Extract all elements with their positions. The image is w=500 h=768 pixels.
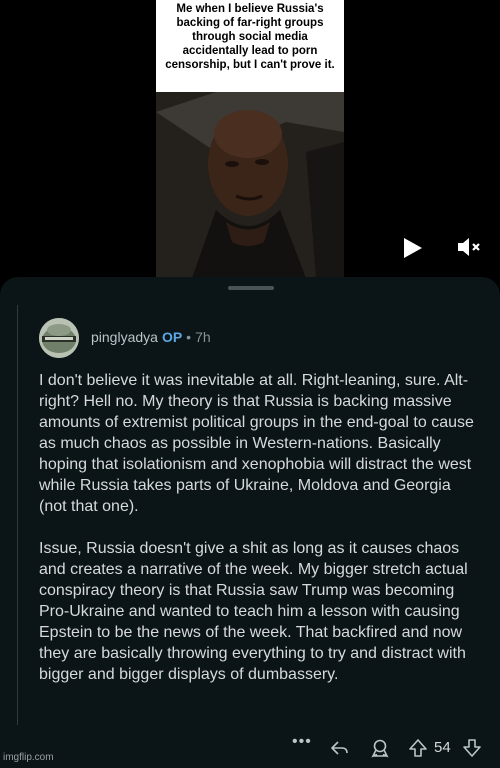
caption-line: Me when I believe Russia's: [176, 3, 324, 15]
op-badge: OP: [161, 329, 183, 345]
separator-dot: •: [186, 329, 192, 345]
downvote-icon[interactable]: [462, 738, 482, 758]
comment-time: 7h: [195, 329, 211, 345]
watermark: imgflip.com: [3, 752, 54, 763]
video-player[interactable]: Me when I believe Russia's backing of fa…: [0, 0, 500, 280]
caption-line: censorship, but I can't prove it.: [165, 59, 335, 71]
meme-video-frame: Me when I believe Russia's backing of fa…: [156, 0, 344, 278]
thread-line: [17, 305, 18, 725]
upvote-icon[interactable]: [408, 738, 428, 758]
award-icon[interactable]: [370, 738, 390, 758]
caption-line: accidentally lead to porn: [182, 45, 318, 57]
caption-line: through social media: [192, 31, 308, 43]
username[interactable]: pinglyadya: [91, 329, 158, 345]
comment-paragraph: I don't believe it was inevitable at all…: [39, 372, 474, 515]
comment-paragraph: Issue, Russia doesn't give a shit as lon…: [39, 540, 468, 683]
meme-person-image: [156, 92, 344, 278]
volume-muted-icon[interactable]: [456, 235, 482, 259]
more-options-button[interactable]: •••: [292, 733, 312, 753]
reply-icon[interactable]: [330, 738, 350, 758]
avatar[interactable]: [39, 318, 79, 358]
vote-score: 54: [434, 739, 451, 756]
comment-meta: pinglyadya OP • 7h: [91, 329, 211, 345]
avatar-image: [39, 318, 79, 358]
caption-line: backing of far-right groups: [176, 17, 324, 29]
meme-caption: Me when I believe Russia's backing of fa…: [156, 0, 344, 92]
comment-body: I don't believe it was inevitable at all…: [39, 370, 479, 685]
play-icon[interactable]: [400, 236, 424, 260]
drag-handle[interactable]: [228, 286, 274, 290]
